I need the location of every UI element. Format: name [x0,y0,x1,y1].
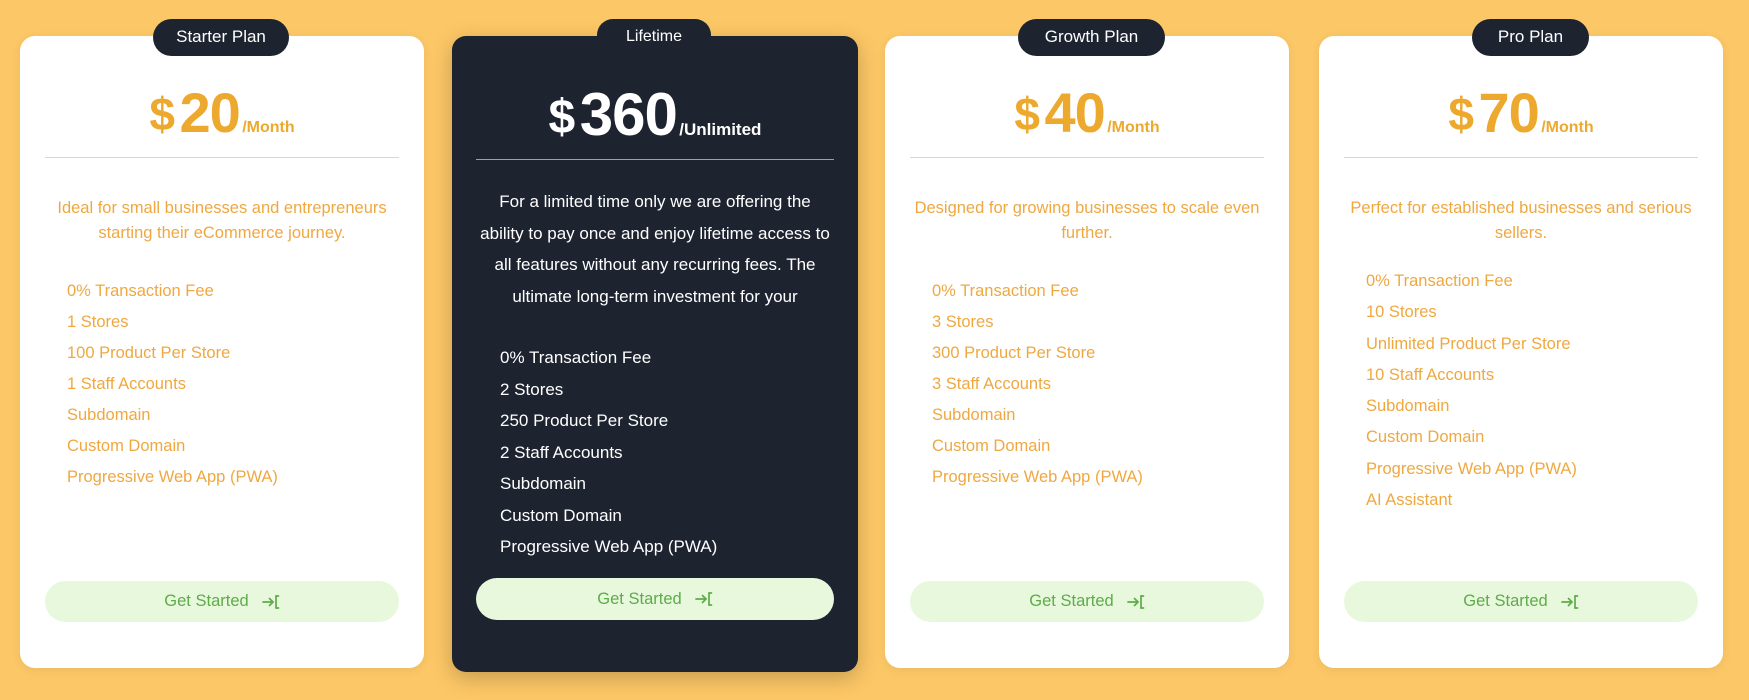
feature-item: 300 Product Per Store [932,344,1096,362]
pricing-card-lifetime[interactable]: $ 360 /Unlimited For a limited time only… [452,36,858,672]
plan-badge-label: Starter Plan [176,27,266,46]
price-amount: 360 [579,81,678,148]
feature-item: Progressive Web App (PWA) [932,468,1143,486]
feature-item: 3 Staff Accounts [932,375,1051,393]
feature-item: Progressive Web App (PWA) [67,468,278,486]
price-period: /Month [1541,119,1594,136]
price-row: $ 20 /Month [45,80,399,145]
feature-item: Custom Domain [500,505,622,525]
pricing-card-starter[interactable]: $ 20 /Month Ideal for small businesses a… [20,36,424,668]
price-currency: $ [548,91,576,144]
feature-list: 0% Transaction Fee 3 Stores 300 Product … [910,276,1264,493]
card-body: $ 360 /Unlimited For a limited time only… [452,36,858,672]
feature-item: Unlimited Product Per Store [1366,334,1571,353]
cta-wrapper: Get Started [910,581,1264,668]
pricing-card-pro[interactable]: $ 70 /Month Perfect for established busi… [1319,36,1723,668]
plan-badge-starter: Starter Plan [153,19,289,56]
feature-item: 10 Stores [1366,303,1437,322]
feature-list: 0% Transaction Fee 2 Stores 250 Product … [476,342,834,563]
sign-in-arrow-icon [261,594,280,610]
cta-wrapper: Get Started [45,581,399,668]
sign-in-arrow-icon [1560,594,1579,610]
card-body: $ 40 /Month Designed for growing busines… [885,36,1289,668]
get-started-label: Get Started [164,592,249,610]
feature-item: 250 Product Per Store [500,411,669,430]
feature-item: Subdomain [500,474,587,493]
feature-item: 2 Stores [500,379,564,399]
feature-item: 1 Stores [67,313,129,331]
pricing-card-growth[interactable]: $ 40 /Month Designed for growing busines… [885,36,1289,668]
get-started-button[interactable]: Get Started [45,581,399,622]
sign-in-arrow-icon [694,591,713,607]
price-currency: $ [1014,88,1040,140]
plan-description: Ideal for small businesses and entrepren… [57,199,387,242]
feature-item: 0% Transaction Fee [1366,272,1513,290]
plan-badge-pro: Pro Plan [1472,19,1589,56]
price-divider [45,157,399,158]
price-period: /Month [1107,119,1160,136]
feature-item: 1 Staff Accounts [67,375,186,393]
feature-item: Subdomain [67,406,151,424]
price-currency: $ [149,88,175,140]
get-started-label: Get Started [1029,592,1114,610]
feature-item: 10 Staff Accounts [1366,365,1495,384]
price-period: /Unlimited [679,120,762,139]
plan-description: Designed for growing businesses to scale… [914,199,1260,242]
plan-badge-label: Growth Plan [1044,27,1139,46]
feature-item: AI Assistant [1366,491,1453,510]
price-row: $ 40 /Month [910,80,1264,145]
plan-badge-growth: Growth Plan [1018,19,1165,56]
feature-item: 2 Staff Accounts [500,442,623,462]
price-currency: $ [1448,88,1474,140]
price-amount: 20 [179,81,240,144]
feature-item: Progressive Web App (PWA) [1366,459,1577,478]
get-started-label: Get Started [597,589,682,608]
feature-item: 100 Product Per Store [67,344,231,362]
price-period: /Month [242,119,295,136]
pricing-plans-section: Starter Plan Lifetime Growth Plan Pro Pl… [0,0,1749,700]
feature-list: 0% Transaction Fee 1 Stores 100 Product … [45,276,399,493]
plan-description: For a limited time only we are offering … [480,192,830,306]
get-started-button[interactable]: Get Started [1344,581,1698,622]
price-amount: 70 [1478,81,1539,144]
price-divider [476,159,834,160]
feature-item: 0% Transaction Fee [67,282,214,300]
price-divider [1344,157,1698,158]
feature-item: 0% Transaction Fee [932,282,1079,300]
cta-wrapper: Get Started [1344,581,1698,668]
feature-item: 3 Stores [932,313,994,331]
price-row: $ 70 /Month [1344,80,1698,145]
get-started-label: Get Started [1463,592,1548,610]
price-amount: 40 [1044,81,1105,144]
feature-item: Custom Domain [932,437,1051,455]
plan-description: Perfect for established businesses and s… [1350,199,1692,242]
feature-item: Subdomain [1366,397,1450,416]
cta-wrapper: Get Started [476,578,834,672]
feature-list: 0% Transaction Fee 10 Stores Unlimited P… [1344,266,1698,516]
feature-item: Custom Domain [67,437,186,455]
get-started-button[interactable]: Get Started [910,581,1264,622]
feature-item: Progressive Web App (PWA) [500,537,718,556]
plan-badge-lifetime: Lifetime [597,19,711,56]
card-body: $ 20 /Month Ideal for small businesses a… [20,36,424,668]
card-body: $ 70 /Month Perfect for established busi… [1319,36,1723,668]
plan-badge-label: Pro Plan [1497,27,1564,46]
plan-badge-label: Lifetime [625,28,683,45]
price-divider [910,157,1264,158]
price-row: $ 360 /Unlimited [476,80,834,149]
feature-item: Subdomain [932,406,1016,424]
feature-item: 0% Transaction Fee [500,348,652,367]
get-started-button[interactable]: Get Started [476,578,834,620]
feature-item: Custom Domain [1366,428,1485,447]
sign-in-arrow-icon [1126,594,1145,610]
